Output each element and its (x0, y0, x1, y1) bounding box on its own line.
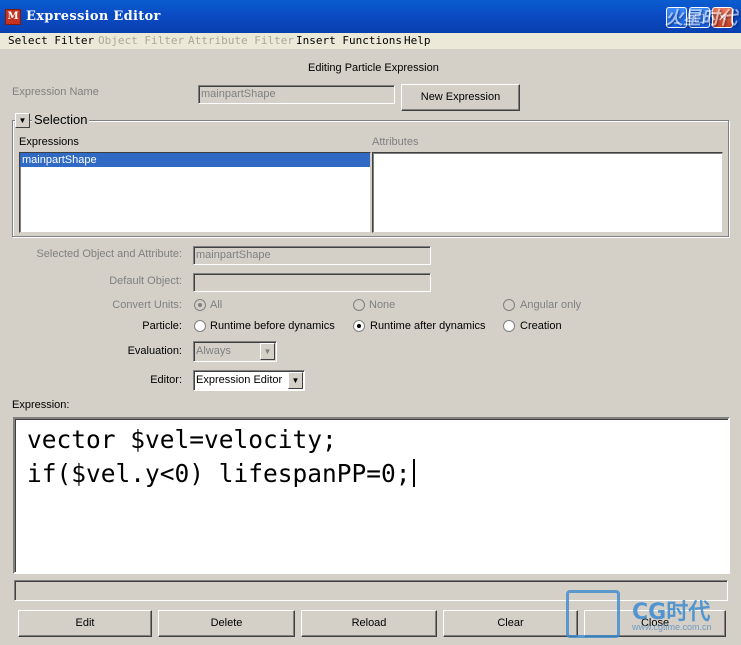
selection-title: Selection (32, 112, 90, 127)
convert-all-label: All (210, 299, 223, 311)
evaluation-label: Evaluation: (127, 345, 182, 357)
title-bar[interactable]: M Expression Editor _ □ ✕ 火星时代 (0, 0, 741, 33)
creation-label: Creation (520, 320, 562, 332)
chevron-down-icon[interactable]: ▼ (260, 343, 275, 360)
menu-insert-functions[interactable]: Insert Functions (296, 34, 402, 47)
clear-button[interactable]: Clear (443, 610, 578, 637)
runtime-after-radio[interactable] (353, 320, 365, 332)
expression-text-area[interactable]: vector $vel=velocity; if($vel.y<0) lifesp… (13, 417, 730, 574)
mode-label: Editing Particle Expression (308, 62, 439, 74)
default-object-label: Default Object: (109, 275, 182, 287)
editor-value: Expression Editor (196, 374, 283, 386)
runtime-after-label: Runtime after dynamics (370, 320, 486, 332)
expressions-list-label: Expressions (19, 136, 79, 148)
convert-none-radio[interactable] (353, 299, 365, 311)
maya-app-icon[interactable]: M (5, 9, 21, 25)
convert-angular-radio[interactable] (503, 299, 515, 311)
window-title: Expression Editor (26, 9, 161, 24)
text-cursor (412, 459, 415, 487)
evaluation-dropdown[interactable]: Always ▼ (193, 341, 277, 362)
attributes-list-label: Attributes (372, 136, 419, 148)
collapse-selection-icon[interactable]: ▼ (15, 113, 30, 128)
default-object-field[interactable] (193, 273, 431, 292)
menu-select-filter[interactable]: Select Filter (8, 34, 94, 47)
expression-line: vector $vel=velocity; (27, 425, 337, 454)
editor-body: Editing Particle Expression Expression N… (3, 50, 739, 645)
editor-label: Editor: (150, 374, 182, 386)
convert-units-label: Convert Units: (112, 299, 182, 311)
evaluation-value: Always (196, 345, 231, 357)
selected-object-field[interactable]: mainpartShape (193, 246, 431, 265)
expression-line: if($vel.y<0) lifespanPP=0; (27, 459, 411, 488)
creation-radio[interactable] (503, 320, 515, 332)
edit-button[interactable]: Edit (18, 610, 152, 637)
menu-help[interactable]: Help (404, 34, 431, 47)
new-expression-button[interactable]: New Expression (401, 84, 520, 111)
chevron-down-icon[interactable]: ▼ (288, 372, 303, 389)
editor-dropdown[interactable]: Expression Editor ▼ (193, 370, 305, 391)
convert-angular-label: Angular only (520, 299, 582, 311)
runtime-before-radio[interactable] (194, 320, 206, 332)
expression-name-field[interactable]: mainpartShape (198, 85, 395, 104)
delete-button[interactable]: Delete (158, 610, 295, 637)
minimize-button[interactable]: _ (666, 7, 687, 28)
expressions-list[interactable]: mainpartShape (19, 152, 371, 233)
menu-bar: Select Filter Object Filter Attribute Fi… (0, 33, 741, 49)
convert-none-label: None (369, 299, 396, 311)
runtime-before-label: Runtime before dynamics (210, 320, 335, 332)
menu-object-filter[interactable]: Object Filter (98, 34, 184, 47)
expression-name-label: Expression Name (12, 86, 99, 98)
expression-label: Expression: (12, 399, 70, 411)
attributes-list[interactable] (372, 152, 723, 233)
maximize-button[interactable]: □ (689, 7, 710, 28)
close-window-button[interactable]: ✕ (712, 7, 733, 28)
reload-button[interactable]: Reload (301, 610, 437, 637)
status-line (14, 580, 728, 601)
list-item[interactable]: mainpartShape (20, 153, 370, 167)
close-button[interactable]: Close (584, 610, 726, 637)
convert-all-radio[interactable] (194, 299, 206, 311)
menu-attribute-filter[interactable]: Attribute Filter (188, 34, 294, 47)
selected-object-label: Selected Object and Attribute: (36, 248, 182, 260)
particle-label: Particle: (142, 320, 182, 332)
